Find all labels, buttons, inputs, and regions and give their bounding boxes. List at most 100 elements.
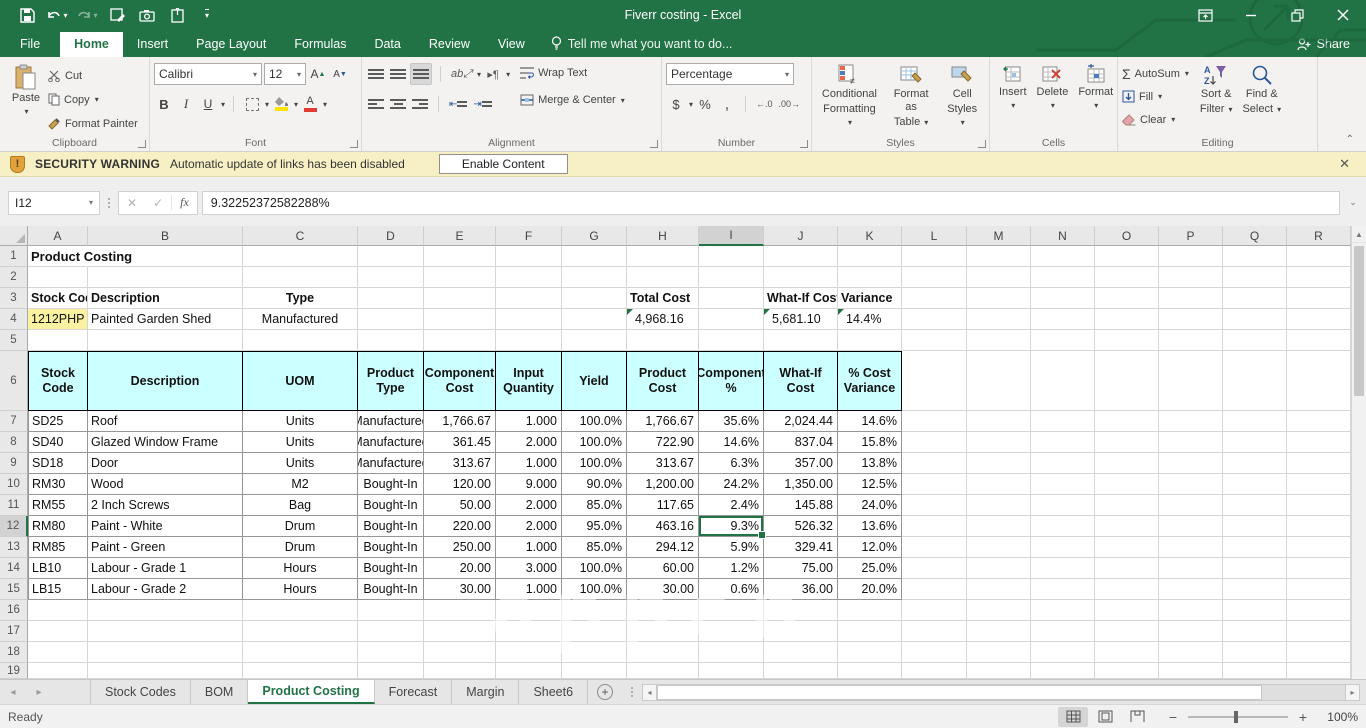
cell-K15[interactable]: 20.0% — [838, 579, 902, 600]
tab-insert[interactable]: Insert — [123, 32, 182, 57]
cell-O17[interactable] — [1095, 621, 1159, 642]
cell-K13[interactable]: 12.0% — [838, 537, 902, 558]
cell-H2[interactable] — [627, 267, 699, 288]
row-header-13[interactable]: 13 — [0, 537, 28, 558]
cell-C5[interactable] — [243, 330, 358, 351]
cell-O10[interactable] — [1095, 474, 1159, 495]
cell-P19[interactable] — [1159, 663, 1223, 679]
edit-workbook-icon[interactable] — [102, 2, 132, 28]
cell-O14[interactable] — [1095, 558, 1159, 579]
column-header-C[interactable]: C — [243, 226, 358, 246]
cell-L12[interactable] — [902, 516, 967, 537]
cell-B12[interactable]: Paint - White — [88, 516, 243, 537]
cell-O18[interactable] — [1095, 642, 1159, 663]
cell-G7[interactable]: 100.0% — [562, 411, 627, 432]
cell-Q5[interactable] — [1223, 330, 1287, 351]
cell-A13[interactable]: RM85 — [28, 537, 88, 558]
cell-M9[interactable] — [967, 453, 1031, 474]
cell-L5[interactable] — [902, 330, 967, 351]
cell-R14[interactable] — [1287, 558, 1351, 579]
cell-M11[interactable] — [967, 495, 1031, 516]
cell-H17[interactable] — [627, 621, 699, 642]
cell-D9[interactable]: Manufactured — [358, 453, 424, 474]
cell-R18[interactable] — [1287, 642, 1351, 663]
cell-M3[interactable] — [967, 288, 1031, 309]
cell-E8[interactable]: 361.45 — [424, 432, 496, 453]
cell-J2[interactable] — [764, 267, 838, 288]
cell-B4[interactable]: Painted Garden Shed — [88, 309, 243, 330]
cell-H7[interactable]: 1,766.67 — [627, 411, 699, 432]
cell-P1[interactable] — [1159, 246, 1223, 267]
name-box[interactable]: I12▾ — [8, 191, 100, 215]
cell-F16[interactable] — [496, 600, 562, 621]
cell-L1[interactable] — [902, 246, 967, 267]
cell-J4[interactable]: 5,681.10 — [764, 309, 838, 330]
cell-C2[interactable] — [243, 267, 358, 288]
cell-O11[interactable] — [1095, 495, 1159, 516]
cell-K2[interactable] — [838, 267, 902, 288]
cell-F18[interactable] — [496, 642, 562, 663]
autosum-button[interactable]: ΣAutoSum▾ — [1122, 63, 1189, 84]
cell-A19[interactable] — [28, 663, 88, 679]
cell-B17[interactable] — [88, 621, 243, 642]
cell-F17[interactable] — [496, 621, 562, 642]
cell-I5[interactable] — [699, 330, 764, 351]
cell-C8[interactable]: Units — [243, 432, 358, 453]
cell-F11[interactable]: 2.000 — [496, 495, 562, 516]
column-header-R[interactable]: R — [1287, 226, 1351, 246]
cell-N2[interactable] — [1031, 267, 1095, 288]
cell-N17[interactable] — [1031, 621, 1095, 642]
sheet-tab-sheet6[interactable]: Sheet6 — [519, 680, 588, 704]
cell-C15[interactable]: Hours — [243, 579, 358, 600]
cell-Q6[interactable] — [1223, 351, 1287, 411]
cell-O7[interactable] — [1095, 411, 1159, 432]
horizontal-scrollbar[interactable]: ◂ ▸ — [642, 683, 1360, 701]
insert-function-icon[interactable]: fx — [171, 195, 197, 210]
cell-G17[interactable] — [562, 621, 627, 642]
column-header-K[interactable]: K — [838, 226, 902, 246]
cell-M16[interactable] — [967, 600, 1031, 621]
cell-A9[interactable]: SD18 — [28, 453, 88, 474]
cell-N10[interactable] — [1031, 474, 1095, 495]
cell-D13[interactable]: Bought-In — [358, 537, 424, 558]
grow-font-button[interactable]: A▲ — [308, 63, 328, 85]
cell-D8[interactable]: Manufactured — [358, 432, 424, 453]
cell-O3[interactable] — [1095, 288, 1159, 309]
cell-E19[interactable] — [424, 663, 496, 679]
fill-button[interactable]: Fill▾ — [1122, 86, 1189, 107]
cell-R7[interactable] — [1287, 411, 1351, 432]
cell-J1[interactable] — [764, 246, 838, 267]
cell-A8[interactable]: SD40 — [28, 432, 88, 453]
cell-E5[interactable] — [424, 330, 496, 351]
cell-G6[interactable]: Yield — [562, 351, 627, 411]
cell-B9[interactable]: Door — [88, 453, 243, 474]
cell-R5[interactable] — [1287, 330, 1351, 351]
cell-L15[interactable] — [902, 579, 967, 600]
cell-B11[interactable]: 2 Inch Screws — [88, 495, 243, 516]
row-header-18[interactable]: 18 — [0, 642, 28, 663]
top-align-button[interactable] — [366, 63, 386, 85]
cell-Q8[interactable] — [1223, 432, 1287, 453]
tab-data[interactable]: Data — [360, 32, 414, 57]
cell-A7[interactable]: SD25 — [28, 411, 88, 432]
cell-M17[interactable] — [967, 621, 1031, 642]
ribbon-display-icon[interactable] — [1182, 0, 1228, 30]
cell-O19[interactable] — [1095, 663, 1159, 679]
cell-P2[interactable] — [1159, 267, 1223, 288]
cell-K8[interactable]: 15.8% — [838, 432, 902, 453]
cell-Q16[interactable] — [1223, 600, 1287, 621]
row-header-15[interactable]: 15 — [0, 579, 28, 600]
cell-E16[interactable] — [424, 600, 496, 621]
column-header-L[interactable]: L — [902, 226, 967, 246]
scroll-right-icon[interactable]: ▸ — [1345, 684, 1360, 701]
sheet-tab-bom[interactable]: BOM — [191, 680, 248, 704]
cell-I18[interactable] — [699, 642, 764, 663]
cell-M5[interactable] — [967, 330, 1031, 351]
cell-C1[interactable] — [243, 246, 358, 267]
scroll-left-icon[interactable]: ◂ — [642, 684, 657, 701]
cell-E10[interactable]: 120.00 — [424, 474, 496, 495]
cell-C9[interactable]: Units — [243, 453, 358, 474]
cell-O4[interactable] — [1095, 309, 1159, 330]
cell-J5[interactable] — [764, 330, 838, 351]
cell-E7[interactable]: 1,766.67 — [424, 411, 496, 432]
